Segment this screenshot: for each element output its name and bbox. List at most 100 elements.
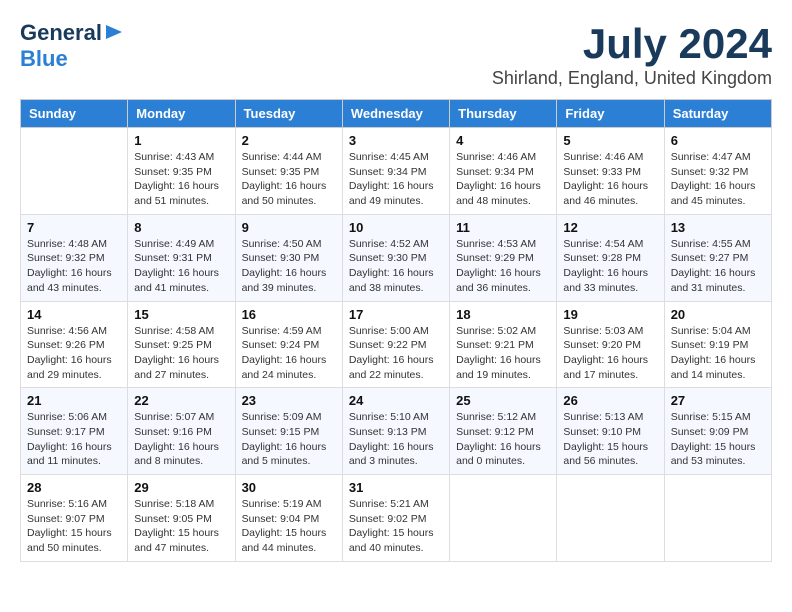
calendar-cell: 23 Sunrise: 5:09 AM Sunset: 9:15 PM Dayli… [235, 388, 342, 475]
calendar-cell: 28 Sunrise: 5:16 AM Sunset: 9:07 PM Dayli… [21, 475, 128, 562]
weekday-header-saturday: Saturday [664, 100, 771, 128]
day-number: 21 [27, 393, 121, 408]
day-info: Sunrise: 5:04 AM Sunset: 9:19 PM Dayligh… [671, 324, 765, 383]
calendar-cell: 27 Sunrise: 5:15 AM Sunset: 9:09 PM Dayli… [664, 388, 771, 475]
calendar-cell: 20Sunrise: 5:04 AM Sunset: 9:19 PM Dayli… [664, 301, 771, 388]
week-row-2: 7 Sunrise: 4:48 AM Sunset: 9:32 PM Daylig… [21, 214, 772, 301]
week-row-5: 28 Sunrise: 5:16 AM Sunset: 9:07 PM Dayli… [21, 475, 772, 562]
day-info: Sunrise: 5:19 AM Sunset: 9:04 PM Dayligh… [242, 497, 336, 556]
weekday-header-row: SundayMondayTuesdayWednesdayThursdayFrid… [21, 100, 772, 128]
calendar-cell: 5 Sunrise: 4:46 AM Sunset: 9:33 PM Daylig… [557, 128, 664, 215]
calendar-cell: 3Sunrise: 4:45 AM Sunset: 9:34 PM Daylig… [342, 128, 449, 215]
weekday-header-thursday: Thursday [450, 100, 557, 128]
day-info: Sunrise: 4:46 AM Sunset: 9:33 PM Dayligh… [563, 150, 657, 209]
calendar-title: July 2024 [492, 20, 772, 68]
week-row-3: 14 Sunrise: 4:56 AM Sunset: 9:26 PM Dayli… [21, 301, 772, 388]
weekday-header-tuesday: Tuesday [235, 100, 342, 128]
weekday-header-sunday: Sunday [21, 100, 128, 128]
day-number: 31 [349, 480, 443, 495]
day-number: 28 [27, 480, 121, 495]
day-number: 8 [134, 220, 228, 235]
calendar-cell: 15Sunrise: 4:58 AM Sunset: 9:25 PM Dayli… [128, 301, 235, 388]
calendar-cell: 11Sunrise: 4:53 AM Sunset: 9:29 PM Dayli… [450, 214, 557, 301]
day-info: Sunrise: 5:21 AM Sunset: 9:02 PM Dayligh… [349, 497, 443, 556]
calendar-cell: 16 Sunrise: 4:59 AM Sunset: 9:24 PM Dayli… [235, 301, 342, 388]
day-info: Sunrise: 4:44 AM Sunset: 9:35 PM Dayligh… [242, 150, 336, 209]
day-info: Sunrise: 4:46 AM Sunset: 9:34 PM Dayligh… [456, 150, 550, 209]
day-number: 25 [456, 393, 550, 408]
calendar-cell [664, 475, 771, 562]
calendar-cell: 30 Sunrise: 5:19 AM Sunset: 9:04 PM Dayli… [235, 475, 342, 562]
day-number: 10 [349, 220, 443, 235]
day-info: Sunrise: 4:59 AM Sunset: 9:24 PM Dayligh… [242, 324, 336, 383]
day-number: 23 [242, 393, 336, 408]
calendar-cell: 8 Sunrise: 4:49 AM Sunset: 9:31 PM Daylig… [128, 214, 235, 301]
calendar-cell: 12 Sunrise: 4:54 AM Sunset: 9:28 PM Dayli… [557, 214, 664, 301]
day-number: 30 [242, 480, 336, 495]
weekday-header-monday: Monday [128, 100, 235, 128]
day-number: 22 [134, 393, 228, 408]
day-number: 16 [242, 307, 336, 322]
day-number: 29 [134, 480, 228, 495]
logo-text-blue: Blue [20, 47, 68, 71]
calendar-cell: 2 Sunrise: 4:44 AM Sunset: 9:35 PM Daylig… [235, 128, 342, 215]
calendar-cell [450, 475, 557, 562]
day-number: 15 [134, 307, 228, 322]
day-info: Sunrise: 5:15 AM Sunset: 9:09 PM Dayligh… [671, 410, 765, 469]
day-number: 13 [671, 220, 765, 235]
calendar-cell: 21 Sunrise: 5:06 AM Sunset: 9:17 PM Dayli… [21, 388, 128, 475]
day-number: 14 [27, 307, 121, 322]
calendar-cell: 4Sunrise: 4:46 AM Sunset: 9:34 PM Daylig… [450, 128, 557, 215]
day-info: Sunrise: 4:53 AM Sunset: 9:29 PM Dayligh… [456, 237, 550, 296]
day-info: Sunrise: 5:00 AM Sunset: 9:22 PM Dayligh… [349, 324, 443, 383]
calendar-cell: 24 Sunrise: 5:10 AM Sunset: 9:13 PM Dayli… [342, 388, 449, 475]
calendar-cell: 1 Sunrise: 4:43 AM Sunset: 9:35 PM Daylig… [128, 128, 235, 215]
calendar-cell: 18 Sunrise: 5:02 AM Sunset: 9:21 PM Dayli… [450, 301, 557, 388]
day-info: Sunrise: 4:48 AM Sunset: 9:32 PM Dayligh… [27, 237, 121, 296]
day-info: Sunrise: 5:02 AM Sunset: 9:21 PM Dayligh… [456, 324, 550, 383]
day-info: Sunrise: 4:54 AM Sunset: 9:28 PM Dayligh… [563, 237, 657, 296]
day-info: Sunrise: 5:12 AM Sunset: 9:12 PM Dayligh… [456, 410, 550, 469]
calendar-table: SundayMondayTuesdayWednesdayThursdayFrid… [20, 99, 772, 562]
calendar-cell: 9Sunrise: 4:50 AM Sunset: 9:30 PM Daylig… [235, 214, 342, 301]
day-number: 9 [242, 220, 336, 235]
logo: General Blue [20, 20, 124, 71]
day-info: Sunrise: 5:06 AM Sunset: 9:17 PM Dayligh… [27, 410, 121, 469]
day-info: Sunrise: 5:16 AM Sunset: 9:07 PM Dayligh… [27, 497, 121, 556]
calendar-cell: 14 Sunrise: 4:56 AM Sunset: 9:26 PM Dayli… [21, 301, 128, 388]
calendar-cell: 7 Sunrise: 4:48 AM Sunset: 9:32 PM Daylig… [21, 214, 128, 301]
calendar-cell [21, 128, 128, 215]
day-info: Sunrise: 4:55 AM Sunset: 9:27 PM Dayligh… [671, 237, 765, 296]
day-number: 18 [456, 307, 550, 322]
day-number: 24 [349, 393, 443, 408]
day-number: 2 [242, 133, 336, 148]
calendar-cell: 26 Sunrise: 5:13 AM Sunset: 9:10 PM Dayli… [557, 388, 664, 475]
day-number: 6 [671, 133, 765, 148]
calendar-subtitle: Shirland, England, United Kingdom [492, 68, 772, 89]
day-number: 1 [134, 133, 228, 148]
day-info: Sunrise: 5:13 AM Sunset: 9:10 PM Dayligh… [563, 410, 657, 469]
day-number: 26 [563, 393, 657, 408]
weekday-header-wednesday: Wednesday [342, 100, 449, 128]
logo-text-general: General [20, 21, 102, 45]
day-info: Sunrise: 4:56 AM Sunset: 9:26 PM Dayligh… [27, 324, 121, 383]
day-info: Sunrise: 4:43 AM Sunset: 9:35 PM Dayligh… [134, 150, 228, 209]
calendar-cell: 31 Sunrise: 5:21 AM Sunset: 9:02 PM Dayli… [342, 475, 449, 562]
day-number: 7 [27, 220, 121, 235]
day-number: 17 [349, 307, 443, 322]
day-number: 5 [563, 133, 657, 148]
day-number: 12 [563, 220, 657, 235]
calendar-cell: 29 Sunrise: 5:18 AM Sunset: 9:05 PM Dayli… [128, 475, 235, 562]
day-number: 27 [671, 393, 765, 408]
day-info: Sunrise: 5:10 AM Sunset: 9:13 PM Dayligh… [349, 410, 443, 469]
calendar-cell: 19Sunrise: 5:03 AM Sunset: 9:20 PM Dayli… [557, 301, 664, 388]
day-info: Sunrise: 5:03 AM Sunset: 9:20 PM Dayligh… [563, 324, 657, 383]
calendar-cell: 22Sunrise: 5:07 AM Sunset: 9:16 PM Dayli… [128, 388, 235, 475]
day-info: Sunrise: 4:47 AM Sunset: 9:32 PM Dayligh… [671, 150, 765, 209]
day-info: Sunrise: 5:09 AM Sunset: 9:15 PM Dayligh… [242, 410, 336, 469]
day-info: Sunrise: 4:49 AM Sunset: 9:31 PM Dayligh… [134, 237, 228, 296]
day-info: Sunrise: 5:18 AM Sunset: 9:05 PM Dayligh… [134, 497, 228, 556]
weekday-header-friday: Friday [557, 100, 664, 128]
calendar-cell: 25 Sunrise: 5:12 AM Sunset: 9:12 PM Dayli… [450, 388, 557, 475]
calendar-cell [557, 475, 664, 562]
